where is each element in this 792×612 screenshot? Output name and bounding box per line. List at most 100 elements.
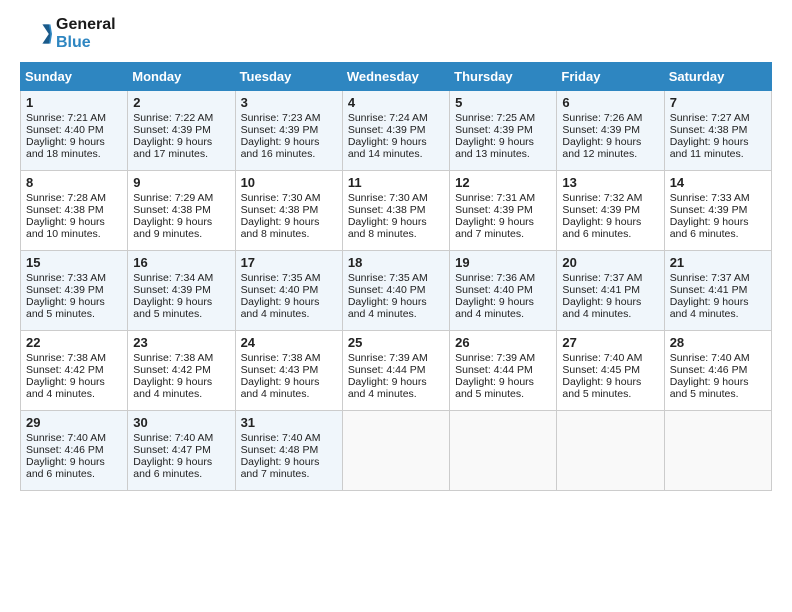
sunset-text: Sunset: 4:38 PM [670,124,766,136]
sunrise-text: Sunrise: 7:27 AM [670,112,766,124]
sunrise-text: Sunrise: 7:35 AM [348,272,444,284]
calendar-cell: 21 Sunrise: 7:37 AMSunset: 4:41 PMDayligh… [664,251,771,331]
sunrise-text: Sunrise: 7:37 AM [562,272,658,284]
day-number: 7 [670,95,766,110]
daylight-text: Daylight: 9 hours and 11 minutes. [670,136,766,160]
sunrise-text: Sunrise: 7:40 AM [133,432,229,444]
calendar-cell: 5Sunrise: 7:25 AMSunset: 4:39 PMDaylight… [450,91,557,171]
day-number: 20 [562,255,658,270]
day-number: 19 [455,255,551,270]
day-number: 10 [241,175,337,190]
calendar-cell [664,411,771,491]
sunset-text: Sunset: 4:40 PM [455,284,551,296]
calendar-cell: 28Sunrise: 7:40 AMSunset: 4:46 PMDayligh… [664,331,771,411]
calendar-cell: 29Sunrise: 7:40 AMSunset: 4:46 PMDayligh… [21,411,128,491]
calendar-cell: 6Sunrise: 7:26 AMSunset: 4:39 PMDaylight… [557,91,664,171]
header-row: SundayMondayTuesdayWednesdayThursdayFrid… [21,63,772,91]
calendar-table: SundayMondayTuesdayWednesdayThursdayFrid… [20,62,772,491]
calendar-cell: 16Sunrise: 7:34 AMSunset: 4:39 PMDayligh… [128,251,235,331]
daylight-text: Daylight: 9 hours and 4 minutes. [670,296,766,320]
sunrise-text: Sunrise: 7:34 AM [133,272,229,284]
sunrise-text: Sunrise: 7:40 AM [241,432,337,444]
sunrise-text: Sunrise: 7:33 AM [670,192,766,204]
day-number: 29 [26,415,122,430]
day-number: 5 [455,95,551,110]
day-number: 21 [670,255,766,270]
sunrise-text: Sunrise: 7:30 AM [348,192,444,204]
column-header-friday: Friday [557,63,664,91]
sunset-text: Sunset: 4:46 PM [26,444,122,456]
daylight-text: Daylight: 9 hours and 6 minutes. [133,456,229,480]
logo-icon [20,18,52,50]
day-number: 30 [133,415,229,430]
daylight-text: Daylight: 9 hours and 4 minutes. [241,296,337,320]
sunset-text: Sunset: 4:39 PM [455,124,551,136]
sunset-text: Sunset: 4:45 PM [562,364,658,376]
daylight-text: Daylight: 9 hours and 5 minutes. [670,376,766,400]
calendar-cell: 24Sunrise: 7:38 AMSunset: 4:43 PMDayligh… [235,331,342,411]
sunset-text: Sunset: 4:41 PM [670,284,766,296]
calendar-cell: 13Sunrise: 7:32 AMSunset: 4:39 PMDayligh… [557,171,664,251]
sunset-text: Sunset: 4:38 PM [133,204,229,216]
calendar-week-row: 1Sunrise: 7:21 AMSunset: 4:40 PMDaylight… [21,91,772,171]
daylight-text: Daylight: 9 hours and 6 minutes. [670,216,766,240]
sunrise-text: Sunrise: 7:28 AM [26,192,122,204]
sunset-text: Sunset: 4:38 PM [26,204,122,216]
daylight-text: Daylight: 9 hours and 13 minutes. [455,136,551,160]
calendar-cell: 19 Sunrise: 7:36 AMSunset: 4:40 PMDayligh… [450,251,557,331]
daylight-text: Daylight: 9 hours and 7 minutes. [241,456,337,480]
calendar-cell: 4Sunrise: 7:24 AMSunset: 4:39 PMDaylight… [342,91,449,171]
calendar-cell: 18Sunrise: 7:35 AMSunset: 4:40 PMDayligh… [342,251,449,331]
calendar-cell: 2Sunrise: 7:22 AMSunset: 4:39 PMDaylight… [128,91,235,171]
sunset-text: Sunset: 4:48 PM [241,444,337,456]
calendar-cell: 12Sunrise: 7:31 AMSunset: 4:39 PMDayligh… [450,171,557,251]
sunset-text: Sunset: 4:39 PM [670,204,766,216]
calendar-week-row: 29 Sunrise: 7:40 AM Sunset: 4:46 PM Dayligh… [21,411,772,491]
sunset-text: Sunset: 4:41 PM [562,284,658,296]
sunrise-text: Sunrise: 7:33 AM [26,272,122,284]
sunset-text: Sunset: 4:43 PM [241,364,337,376]
sunset-text: Sunset: 4:40 PM [26,124,122,136]
daylight-text: Daylight: 9 hours and 16 minutes. [241,136,337,160]
sunset-text: Sunset: 4:38 PM [348,204,444,216]
day-number: 16 [133,255,229,270]
calendar-cell: 3Sunrise: 7:23 AMSunset: 4:39 PMDaylight… [235,91,342,171]
sunrise-text: Sunrise: 7:30 AM [241,192,337,204]
calendar-cell: 27Sunrise: 7:40 AMSunset: 4:45 PMDayligh… [557,331,664,411]
calendar-cell [557,411,664,491]
sunrise-text: Sunrise: 7:21 AM [26,112,122,124]
day-number: 12 [455,175,551,190]
logo-text: General Blue [56,16,116,52]
calendar-week-row: 8Sunrise: 7:28 AMSunset: 4:38 PMDaylight… [21,171,772,251]
column-header-saturday: Saturday [664,63,771,91]
day-number: 4 [348,95,444,110]
daylight-text: Daylight: 9 hours and 5 minutes. [562,376,658,400]
calendar-cell: 17Sunrise: 7:35 AMSunset: 4:40 PMDayligh… [235,251,342,331]
day-number: 6 [562,95,658,110]
sunrise-text: Sunrise: 7:35 AM [241,272,337,284]
calendar-cell: 31 Sunrise: 7:40 AMSunset: 4:48 PMDayligh… [235,411,342,491]
daylight-text: Daylight: 9 hours and 4 minutes. [455,296,551,320]
day-number: 9 [133,175,229,190]
day-number: 23 [133,335,229,350]
calendar-cell [450,411,557,491]
daylight-text: Daylight: 9 hours and 18 minutes. [26,136,122,160]
day-number: 8 [26,175,122,190]
daylight-text: Daylight: 9 hours and 7 minutes. [455,216,551,240]
daylight-text: Daylight: 9 hours and 10 minutes. [26,216,122,240]
sunset-text: Sunset: 4:47 PM [133,444,229,456]
day-number: 11 [348,175,444,190]
sunrise-text: Sunrise: 7:24 AM [348,112,444,124]
calendar-cell: 11Sunrise: 7:30 AMSunset: 4:38 PMDayligh… [342,171,449,251]
day-number: 27 [562,335,658,350]
day-number: 31 [241,415,337,430]
sunrise-text: Sunrise: 7:36 AM [455,272,551,284]
sunrise-text: Sunrise: 7:22 AM [133,112,229,124]
sunset-text: Sunset: 4:44 PM [455,364,551,376]
daylight-text: Daylight: 9 hours and 9 minutes. [133,216,229,240]
sunrise-text: Sunrise: 7:37 AM [670,272,766,284]
day-number: 22 [26,335,122,350]
sunrise-text: Sunrise: 7:38 AM [133,352,229,364]
header: General Blue [20,16,772,52]
sunrise-text: Sunrise: 7:32 AM [562,192,658,204]
